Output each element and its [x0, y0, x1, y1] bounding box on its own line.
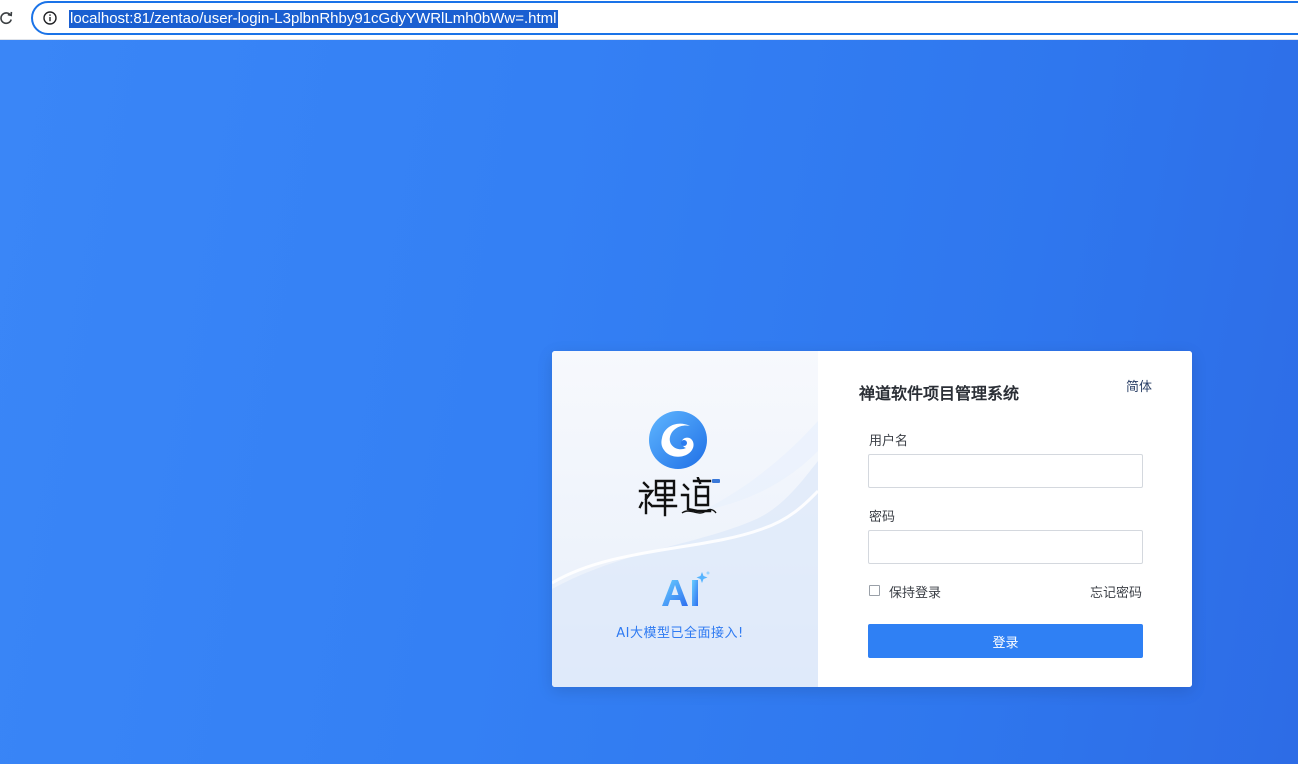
- ai-badge-icon: [662, 571, 710, 606]
- brand-panel: AI大模型已全面接入!: [552, 351, 818, 687]
- login-form: 禅道软件项目管理系统 简体 用户名 密码 保持登录 忘记密码 登录: [818, 351, 1192, 687]
- language-switch[interactable]: 简体: [1126, 376, 1152, 395]
- login-button[interactable]: 登录: [868, 624, 1143, 658]
- browser-toolbar: localhost:81/zentao/user-login-L3plbnRhb…: [0, 0, 1298, 40]
- system-title: 禅道软件项目管理系统: [859, 384, 1020, 403]
- username-input[interactable]: [868, 454, 1143, 488]
- login-card: AI大模型已全面接入! 禅道软件项目管理系统 简体 用户名 密码 保持登录 忘记…: [552, 351, 1192, 687]
- password-input[interactable]: [868, 530, 1143, 564]
- url-text[interactable]: localhost:81/zentao/user-login-L3plbnRhb…: [69, 10, 558, 28]
- ai-caption: AI大模型已全面接入!: [616, 626, 744, 641]
- zentao-wordmark-logo: [638, 477, 720, 517]
- info-icon[interactable]: [43, 11, 57, 25]
- reload-icon[interactable]: [0, 10, 14, 26]
- address-bar[interactable]: localhost:81/zentao/user-login-L3plbnRhb…: [31, 1, 1298, 35]
- remember-checkbox[interactable]: [869, 585, 880, 596]
- zentao-logo-icon: [649, 411, 707, 469]
- forgot-password-link[interactable]: 忘记密码: [1090, 582, 1142, 601]
- remember-label[interactable]: 保持登录: [889, 582, 941, 601]
- password-label: 密码: [869, 510, 896, 525]
- username-label: 用户名: [869, 434, 909, 449]
